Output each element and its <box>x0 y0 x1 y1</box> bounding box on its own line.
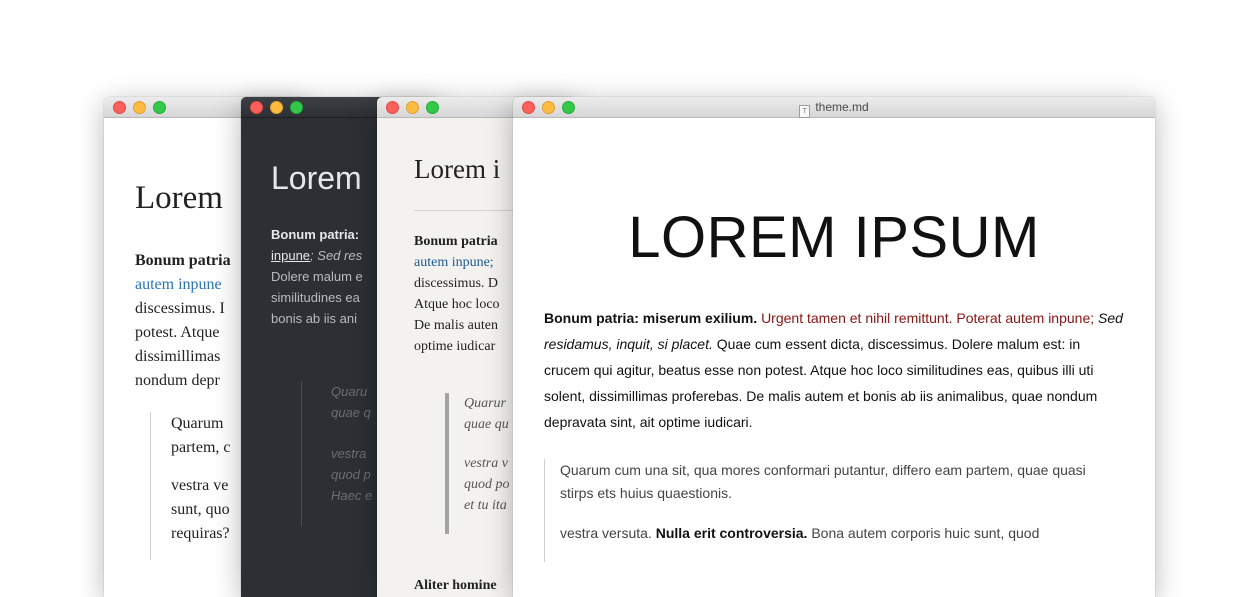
quote-line: Haec e <box>331 488 373 503</box>
quote-paragraph: vestra versuta. Nulla erit controversia.… <box>560 522 1120 545</box>
quote-line: Quaru <box>331 384 368 399</box>
document-heading: LOREM IPSUM <box>628 205 1040 270</box>
paragraph-line: discessimus. D <box>414 276 498 291</box>
document-heading: Lorem <box>271 160 362 196</box>
window-title: Ttheme.md <box>513 100 1155 118</box>
close-icon[interactable] <box>250 101 263 114</box>
paragraph-line: nondum depr <box>135 372 220 389</box>
quote-line: quod po <box>464 477 510 492</box>
blockquote: Quarum cum una sit, qua mores conformari… <box>544 459 1120 562</box>
bold-text: Bonum patria <box>135 252 231 269</box>
quote-line: quae q <box>331 405 371 420</box>
minimize-icon[interactable] <box>406 101 419 114</box>
quote-line: partem, c <box>171 439 231 456</box>
window-titlebar[interactable]: Ttheme.md <box>513 97 1155 118</box>
quote-line: vestra ve <box>171 477 229 494</box>
paragraph-line: similitudines ea <box>271 290 360 305</box>
paragraph-line: dissimillimas <box>135 348 221 365</box>
paragraph-line: potest. Atque <box>135 324 220 341</box>
inline-link[interactable]: autem inpune; <box>414 255 494 270</box>
highlighted-text: Urgent tamen et nihil remittunt. Poterat… <box>761 310 1095 326</box>
paragraph-line: De malis auten <box>414 318 498 333</box>
italic-text: ; Sed res <box>310 248 363 263</box>
quote-text: vestra versuta. <box>560 525 652 541</box>
document-icon: T <box>799 105 811 118</box>
paragraph-line: optime iudicar <box>414 339 496 354</box>
quote-line: quod p <box>331 467 371 482</box>
quote-line: et tu ita <box>464 498 507 513</box>
quote-paragraph: Quarum cum una sit, qua mores conformari… <box>560 462 1086 501</box>
document-paragraph: Bonum patria: miserum exilium. Urgent ta… <box>544 305 1124 435</box>
zoom-icon[interactable] <box>290 101 303 114</box>
paragraph-line: discessimus. I <box>135 300 225 317</box>
paragraph-line: bonis ab iis ani <box>271 311 357 326</box>
quote-line: vestra v <box>464 456 508 471</box>
document-heading: Lorem i <box>414 154 501 184</box>
document-preview: LOREM IPSUM Bonum patria: miserum exiliu… <box>513 118 1155 597</box>
quote-text: Bona autem corporis huic sunt, quod <box>811 525 1040 541</box>
quote-line: Quarum <box>171 415 224 432</box>
inline-link[interactable]: autem inpune <box>135 276 222 293</box>
underlined-text: inpune <box>271 248 311 263</box>
paragraph-line: Dolere malum e <box>271 269 363 284</box>
quote-line: sunt, quo <box>171 501 230 518</box>
quote-line: requiras? <box>171 525 230 542</box>
minimize-icon[interactable] <box>133 101 146 114</box>
quote-line: Quarur <box>464 396 507 411</box>
paragraph-line: Atque hoc loco <box>414 297 500 312</box>
window-title-text: theme.md <box>815 100 869 114</box>
bold-text: Nulla erit controversia. <box>655 525 808 541</box>
close-icon[interactable] <box>113 101 126 114</box>
bold-text: Bonum patria: <box>271 227 360 242</box>
document-heading: Lorem <box>135 180 223 216</box>
close-icon[interactable] <box>386 101 399 114</box>
quote-line: quae qu <box>464 417 509 432</box>
quote-line: vestra <box>331 446 367 461</box>
zoom-icon[interactable] <box>153 101 166 114</box>
zoom-icon[interactable] <box>426 101 439 114</box>
bold-text: Bonum patria <box>414 234 498 249</box>
bold-text: Bonum patria: miserum exilium. <box>544 310 758 326</box>
minimize-icon[interactable] <box>270 101 283 114</box>
editor-window-main[interactable]: Ttheme.md LOREM IPSUM Bonum patria: mise… <box>513 97 1155 597</box>
